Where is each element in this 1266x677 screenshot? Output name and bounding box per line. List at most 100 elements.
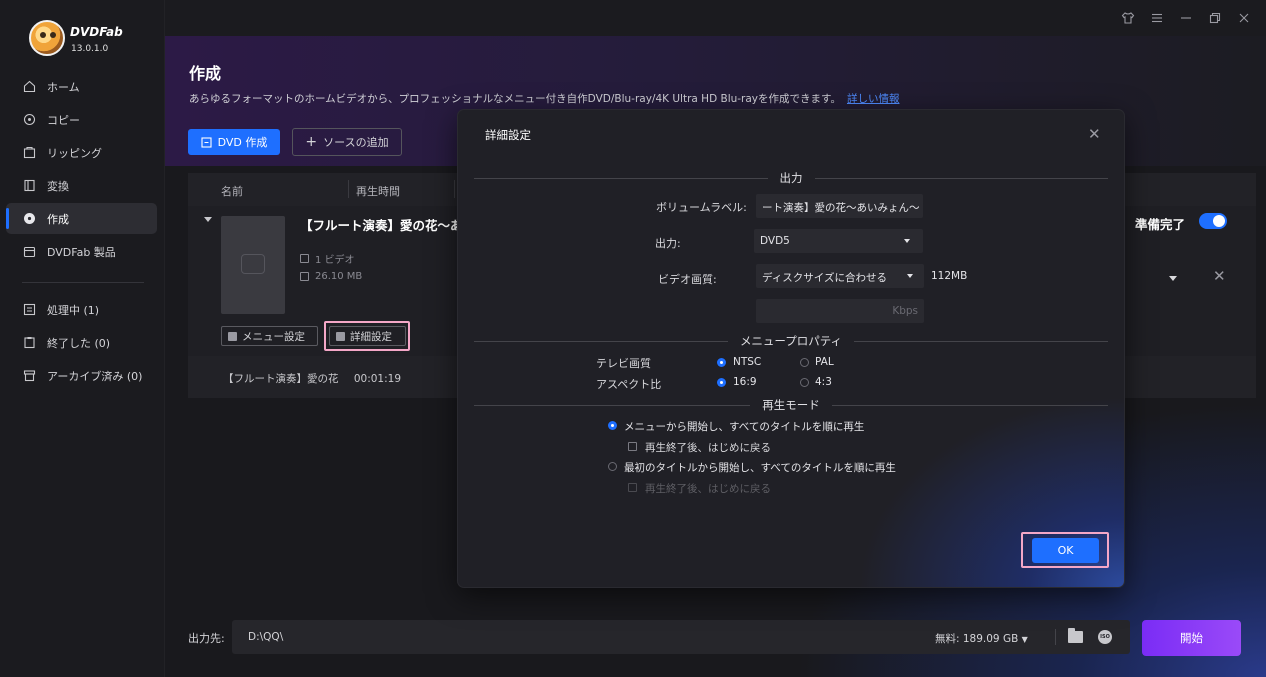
ntsc-radio[interactable] <box>717 358 726 367</box>
play-from-menu-radio[interactable] <box>608 421 617 430</box>
add-source-label: ソースの追加 <box>323 136 389 149</box>
video-count-text: 1 ビデオ <box>315 255 355 266</box>
file-title: 【フルート演奏】愛の花〜あいみょん〜 <box>300 218 460 233</box>
sidebar-item-label: ホーム <box>47 81 80 94</box>
section-playback-mode: 再生モード <box>474 398 1108 412</box>
close-icon[interactable] <box>1237 11 1251 25</box>
return-after-label-2: 再生終了後、はじめに戻る <box>645 483 771 495</box>
video-quality-chevron-down-icon <box>907 274 913 278</box>
video-size: 112MB <box>931 270 968 282</box>
sidebar-divider <box>22 282 144 283</box>
column-header-name: 名前 <box>221 185 243 198</box>
row-dropdown-icon[interactable] <box>1169 276 1177 281</box>
output-path: D:\QQ\ <box>248 631 284 643</box>
page-title: 作成 <box>189 64 222 83</box>
output-chevron-down-icon <box>904 239 910 243</box>
subtitle-name: 【フルート演奏】愛の花 <box>223 373 339 385</box>
aspect-4-3-radio[interactable] <box>800 378 809 387</box>
tv-standard-label: テレビ画質 <box>596 357 651 370</box>
highlight-ok-button <box>1021 532 1109 568</box>
pal-label: PAL <box>815 356 834 368</box>
output-select-value: DVD5 <box>760 235 790 247</box>
highlight-advanced-settings <box>324 321 410 351</box>
add-source-button[interactable]: + ソースの追加 <box>292 128 402 156</box>
copy-icon <box>23 113 36 126</box>
sidebar-item-label: アーカイブ済み (0) <box>47 370 143 383</box>
ripper-icon <box>23 146 36 159</box>
menu-icon[interactable] <box>1150 11 1164 25</box>
sidebar-item-creator[interactable]: 作成 <box>6 203 157 234</box>
dvd-create-button[interactable]: DVD 作成 <box>188 129 280 155</box>
sidebar-item-label: コピー <box>47 114 80 127</box>
start-button[interactable]: 開始 <box>1142 620 1241 656</box>
play-from-first-radio[interactable] <box>608 462 617 471</box>
sidebar-item-copy[interactable]: コピー <box>6 104 157 135</box>
menu-settings-button[interactable]: メニュー設定 <box>221 326 318 346</box>
aspect-ratio-label: アスペクト比 <box>596 378 662 391</box>
dvdfab-logo-icon <box>29 20 65 56</box>
ready-status: 準備完了 <box>1135 217 1186 232</box>
sidebar-item-finished[interactable]: 終了した (0) <box>6 327 157 358</box>
video-count: 1 ビデオ <box>300 251 355 266</box>
folder-icon[interactable] <box>1068 628 1083 643</box>
title-bar <box>165 0 1266 36</box>
tshirt-icon[interactable] <box>1121 11 1135 25</box>
dialog-close-icon[interactable]: ✕ <box>1088 125 1101 143</box>
sidebar: DVDFab 13.0.1.0 ホーム コピー リッピング 変換 作成 DVDF… <box>0 0 165 677</box>
more-info-link[interactable]: 詳しい情報 <box>847 93 900 105</box>
finished-icon <box>24 337 35 349</box>
sidebar-item-home[interactable]: ホーム <box>6 71 157 102</box>
menu-settings-label: メニュー設定 <box>242 330 305 343</box>
sidebar-item-label: 変換 <box>47 180 69 193</box>
sidebar-item-label: 終了した (0) <box>47 337 111 350</box>
archive-icon <box>23 370 36 382</box>
title-row: 【フルート演奏】愛の花 00:01:19 <box>223 371 401 386</box>
menu-icon <box>228 331 237 341</box>
video-quality-label: ビデオ画質: <box>658 273 717 286</box>
file-size-text: 26.10 MB <box>315 271 363 282</box>
size-icon <box>300 272 309 281</box>
sidebar-item-ripper[interactable]: リッピング <box>6 137 157 168</box>
plus-icon: + <box>305 133 318 150</box>
remove-row-icon[interactable]: ✕ <box>1213 267 1226 285</box>
app-version: 13.0.1.0 <box>71 44 109 54</box>
aspect-16-9-radio[interactable] <box>717 378 726 387</box>
output-select[interactable]: DVD5 <box>754 229 923 253</box>
section-menu-properties: メニュープロパティ <box>474 334 1108 348</box>
sidebar-item-converter[interactable]: 変換 <box>6 170 157 201</box>
volume-label-input[interactable]: ート演奏】愛の花〜あいみょん〜 <box>756 194 923 218</box>
video-quality-value: ディスクサイズに合わせる <box>762 272 887 284</box>
output-label: 出力: <box>655 237 681 250</box>
video-quality-select[interactable]: ディスクサイズに合わせる <box>756 264 924 288</box>
bitrate-input[interactable]: Kbps <box>756 299 924 323</box>
video-icon <box>300 254 309 263</box>
dvd-create-label: DVD 作成 <box>217 136 268 149</box>
section-playback-title: 再生モード <box>762 398 820 412</box>
return-after-checkbox-2[interactable] <box>628 483 637 492</box>
free-space[interactable]: 無料: 189.09 GB ▼ <box>935 631 1028 646</box>
sidebar-item-label: DVDFab 製品 <box>47 246 116 259</box>
pal-radio[interactable] <box>800 358 809 367</box>
sidebar-item-processing[interactable]: 処理中 (1) <box>6 294 157 325</box>
column-divider <box>348 180 349 198</box>
page-description: あらゆるフォーマットのホームビデオから、プロフェッショナルなメニュー付き自作DV… <box>189 91 899 106</box>
create-icon <box>201 136 212 148</box>
advanced-settings-dialog: 詳細設定 ✕ 出力 ボリュームラベル: ート演奏】愛の花〜あいみょん〜 出力: … <box>458 110 1124 587</box>
iso-icon[interactable]: ISO <box>1098 630 1112 644</box>
video-thumbnail <box>221 216 285 314</box>
subtitle-duration: 00:01:19 <box>353 373 402 385</box>
restore-icon[interactable] <box>1208 11 1222 25</box>
sidebar-item-products[interactable]: DVDFab 製品 <box>6 236 157 267</box>
play-from-first-label: 最初のタイトルから開始し、すべてのタイトルを順に再生 <box>624 462 896 474</box>
section-menu-title: メニュープロパティ <box>739 334 843 348</box>
return-after-checkbox-1[interactable] <box>628 442 637 451</box>
expand-chevron-icon[interactable] <box>204 217 212 222</box>
section-output-title: 出力 <box>779 171 803 185</box>
ready-toggle[interactable] <box>1199 213 1227 229</box>
minimize-icon[interactable] <box>1179 11 1193 25</box>
dialog-title: 詳細設定 <box>485 128 531 142</box>
sidebar-item-archived[interactable]: アーカイブ済み (0) <box>6 360 157 391</box>
output-path-bar[interactable]: D:\QQ\ 無料: 189.09 GB ▼ ISO <box>232 620 1130 654</box>
aspect-16-9-label: 16:9 <box>733 376 757 388</box>
output-label: 出力先: <box>188 632 225 645</box>
